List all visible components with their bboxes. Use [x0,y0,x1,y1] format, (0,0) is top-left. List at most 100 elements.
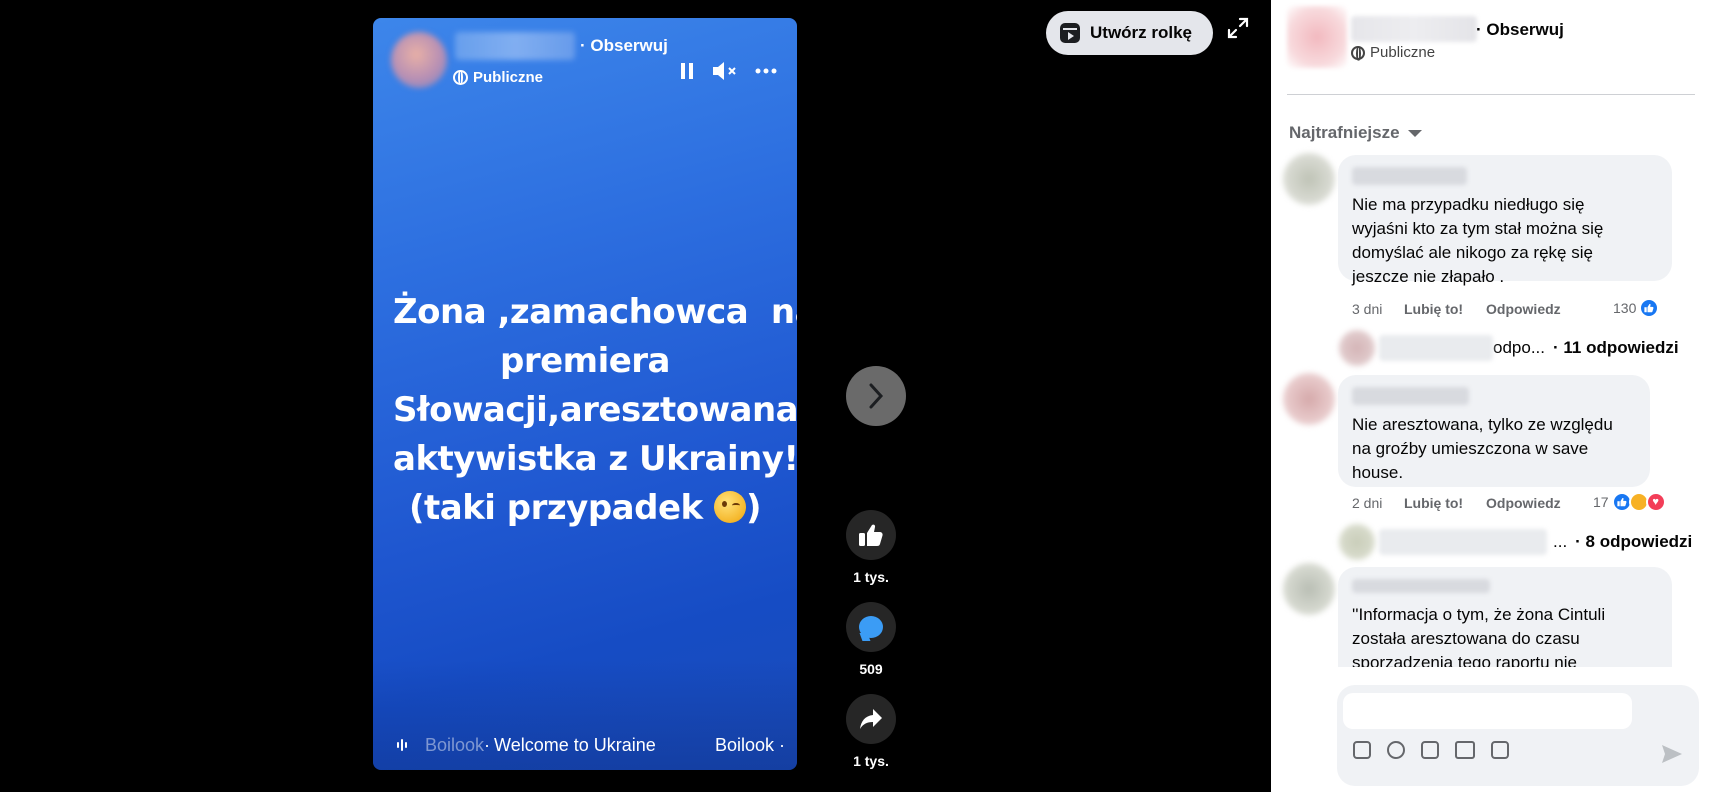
replies-summary: · 8 odpowiedzi [1575,532,1693,551]
chevron-right-icon [869,383,884,409]
commenter-avatar[interactable] [1283,563,1335,615]
comment-input[interactable] [1343,693,1632,729]
panel-follow-button[interactable]: · Obserwuj [1476,20,1564,40]
divider [1287,94,1695,95]
comment-like-button[interactable]: Lubię to! [1404,495,1486,511]
gif-icon[interactable] [1455,741,1475,759]
mute-icon[interactable] [711,60,739,82]
caption-line-last: (taki przypadek ) [408,488,762,528]
emoji-icon[interactable] [1387,741,1405,759]
caret-down-icon [1407,129,1422,137]
comment-bubble: Nie aresztowana, tylko ze względu na gro… [1338,375,1650,487]
reply-name-redacted [1379,335,1493,361]
caption-line: premiera [499,341,671,381]
like-action[interactable]: 1 tys. [846,510,896,585]
commenter-avatar[interactable] [1283,153,1335,205]
panel-audience-text: Publiczne [1370,44,1436,61]
reel-caption-overlay: Żona ,zamachowca na premiera Słowacji,ar… [393,288,797,533]
create-reel-button[interactable]: Utwórz rolkę [1046,11,1213,55]
music-author-faded: Boilook [425,734,485,755]
love-reaction-icon: ♥ [1645,492,1666,512]
comment-composer [1337,685,1699,786]
reaction-count: 130 [1613,300,1637,316]
comment-time[interactable]: 2 dni [1352,495,1404,511]
wink-emoji [713,491,746,523]
sort-label: Najtrafniejsze [1289,123,1400,142]
comment-bubble: ''Informacja o tym, że żona Cintuli zost… [1338,567,1672,667]
music-sep: · [484,734,491,755]
send-icon[interactable] [1661,744,1683,764]
caption-line: Żona ,zamachowca na [393,292,797,332]
sticker-avatar-icon[interactable] [1353,741,1371,759]
comment-count: 509 [859,661,883,677]
share-count: 1 tys. [853,753,889,769]
comment-icon [859,616,883,638]
globe-icon [1351,45,1365,61]
replies-preview: ... [1553,532,1568,551]
more-icon[interactable] [755,68,777,74]
comment-button[interactable] [846,602,896,652]
panel-audience: Publiczne [1351,44,1435,61]
create-reel-label: Utwórz rolkę [1090,23,1193,42]
share-button[interactable] [846,694,896,744]
audience-label: Publiczne [453,69,543,86]
share-arrow-icon [860,709,882,729]
reel-icon [1060,23,1080,43]
author-avatar[interactable] [391,32,447,88]
composer-tools [1353,741,1509,759]
view-replies[interactable]: ... · 8 odpowiedzi [1339,524,1692,560]
view-replies[interactable]: odpo... · 11 odpowiedzi [1339,330,1679,366]
sort-dropdown[interactable]: Najtrafniejsze [1289,123,1422,143]
comment-like-button[interactable]: Lubię to! [1404,301,1486,317]
comment-text: Nie ma przypadku niedługo się wyjaśni kt… [1352,195,1604,286]
comment-bubble: Nie ma przypadku niedługo się wyjaśni kt… [1338,155,1672,286]
reply-avatar [1339,330,1375,366]
comments-panel: · Obserwuj Publiczne Najtrafniejsze Nie … [1271,0,1711,792]
like-reaction-icon [1639,298,1660,318]
commenter-name-redacted[interactable] [1352,167,1467,185]
music-author: Boilook · [714,734,785,755]
fullscreen-expand-icon[interactable] [1226,16,1250,40]
camera-icon[interactable] [1421,741,1439,759]
globe-icon [453,70,468,85]
music-bar[interactable]: Boilook · Welcome to Ukraine Boilook · [397,730,785,760]
follow-button[interactable]: · Obserwuj [580,36,668,56]
replies-summary: · 11 odpowiedzi [1553,338,1679,357]
music-track: Welcome to Ukraine [494,734,656,755]
like-button[interactable] [846,510,896,560]
replies-preview: odpo... [1493,338,1545,357]
thumbs-up-icon [859,524,883,546]
comment-reactions[interactable]: 17 ♥ [1593,492,1666,512]
comment-meta: 3 dni Lubię to! Odpowiedz [1352,301,1561,317]
post-author-avatar[interactable] [1287,6,1347,68]
reaction-count: 17 [1593,494,1609,510]
caption-line-text: (taki przypadek [408,488,714,528]
reel-stage: · Obserwuj Publiczne Żona ,zamachowca na… [0,0,1271,792]
comment-reply-button[interactable]: Odpowiedz [1486,495,1561,511]
like-count: 1 tys. [853,569,889,585]
audio-wave-icon [397,739,407,751]
caption-line: Słowacji,aresztowana.To [393,390,797,430]
comment-text: Nie aresztowana, tylko ze względu na gro… [1352,415,1613,482]
pause-icon[interactable] [681,63,695,79]
sticker-icon[interactable] [1491,741,1509,759]
comment-time[interactable]: 3 dni [1352,301,1404,317]
commenter-avatar[interactable] [1283,373,1335,425]
comment-meta: 2 dni Lubię to! Odpowiedz [1352,495,1561,511]
commenter-name-redacted[interactable] [1352,579,1490,593]
comment-text: ''Informacja o tym, że żona Cintuli zost… [1352,605,1606,667]
comment-action[interactable]: 509 [846,602,896,677]
author-name-redacted[interactable] [455,32,575,60]
commenter-name-redacted[interactable] [1352,387,1469,405]
comment-reactions[interactable]: 130 [1613,298,1660,318]
audience-text: Publiczne [473,69,544,86]
next-reel-button[interactable] [846,366,906,426]
comment-reply-button[interactable]: Odpowiedz [1486,301,1561,317]
share-action[interactable]: 1 tys. [846,694,896,769]
reply-avatar [1339,524,1375,560]
caption-line: aktywistka z Ukrainy! [393,439,797,479]
post-author-name-redacted[interactable] [1351,16,1477,42]
reply-name-redacted [1379,529,1547,555]
video-controls [681,60,777,82]
reel-video[interactable]: · Obserwuj Publiczne Żona ,zamachowca na… [373,18,797,770]
